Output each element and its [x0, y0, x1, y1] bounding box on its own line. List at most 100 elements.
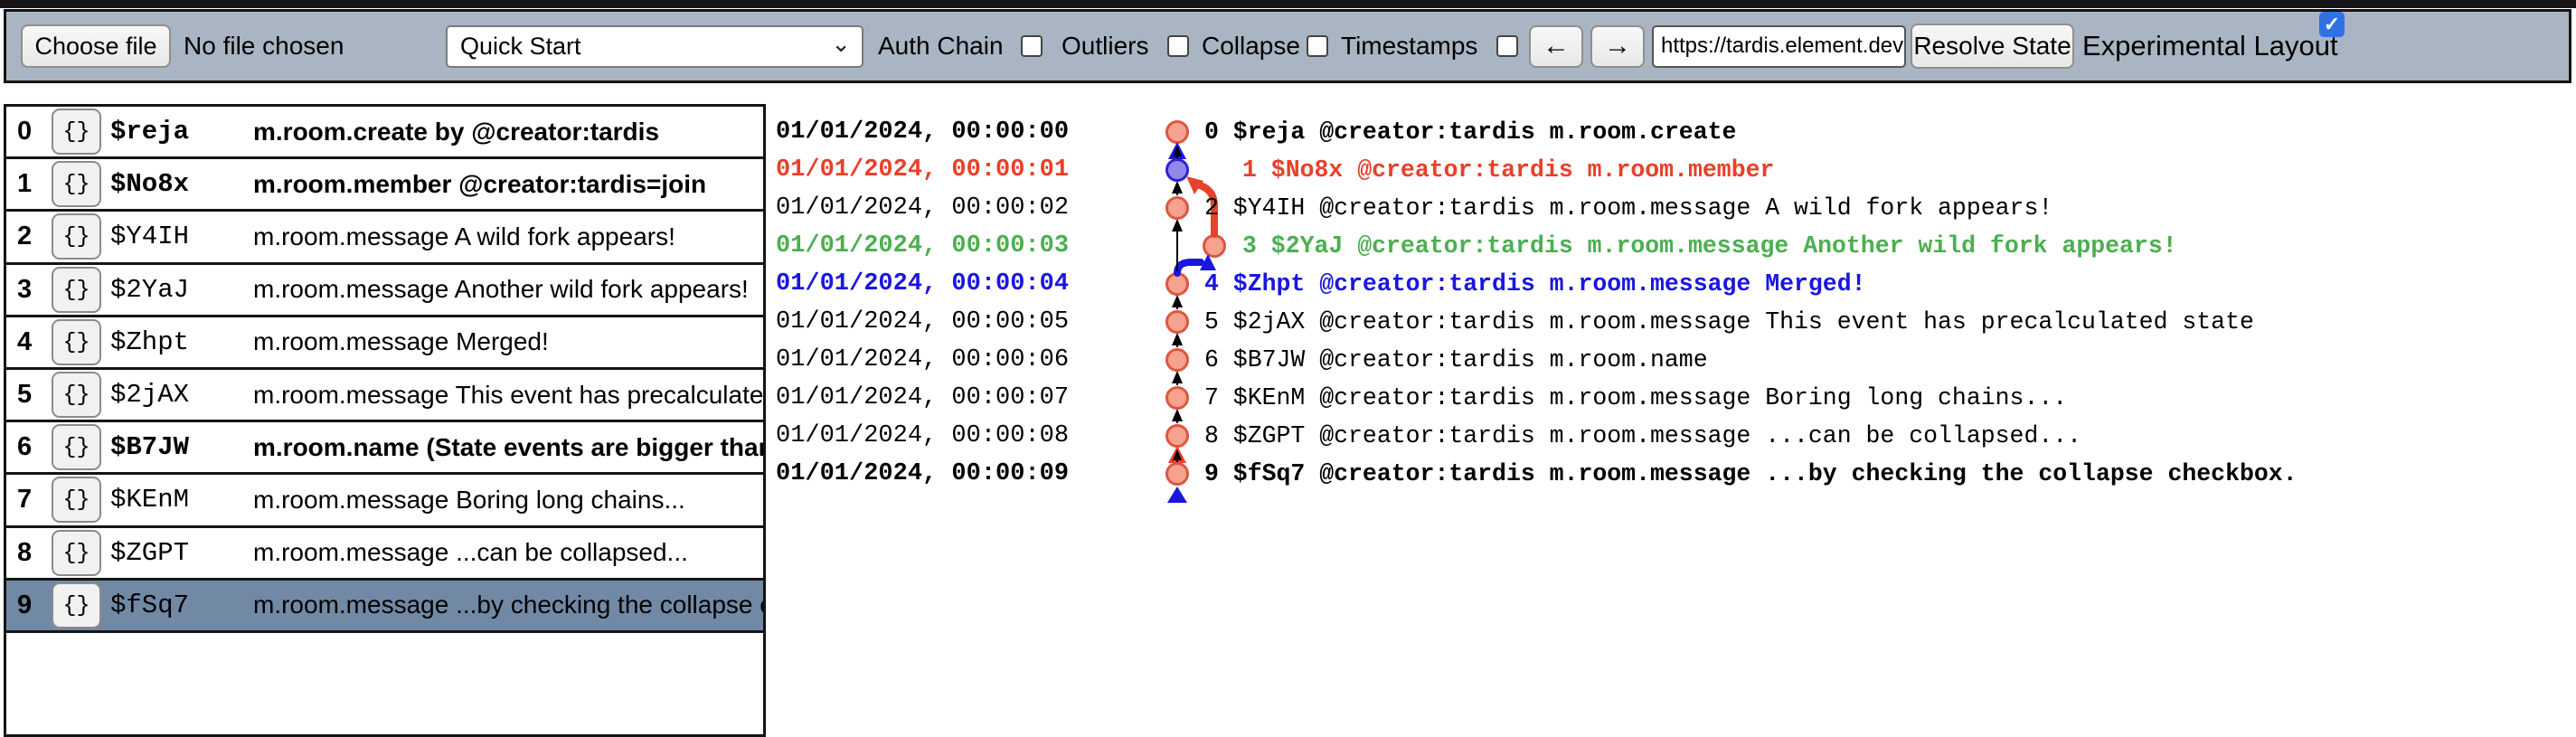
dag-edge-arrowhead — [1172, 219, 1183, 231]
dag-event-text[interactable]: 6 $B7JW @creator:tardis m.room.name — [1204, 343, 1708, 377]
event-description: m.room.create by @creator:tardis — [253, 118, 659, 146]
tardis-app: Choose file No file chosen Quick Start ⌄… — [0, 0, 2576, 713]
event-timestamp: 01/01/2024, 00:00:02 — [776, 191, 1069, 225]
dag-event-text[interactable]: 0 $reja @creator:tardis m.room.create — [1204, 115, 1736, 149]
view-json-button[interactable]: {} — [52, 213, 101, 260]
dag-event-text[interactable]: 4 $Zhpt @creator:tardis m.room.message M… — [1204, 267, 1866, 301]
preset-select[interactable]: Quick Start ⌄ — [446, 25, 863, 68]
auth-chain-label: Auth Chain — [878, 32, 1004, 61]
event-row[interactable]: 7{}$KEnMm.room.message Boring long chain… — [6, 475, 763, 527]
dag-event-text[interactable]: 9 $fSq7 @creator:tardis m.room.message .… — [1204, 457, 2298, 491]
dag-edge-arrowhead — [1172, 371, 1183, 383]
event-row[interactable]: 1{} $No8xm.room.member @creator:tardis=jo… — [6, 159, 763, 212]
dag-edge-arrowhead — [1172, 181, 1183, 194]
view-json-button[interactable]: {} — [52, 267, 101, 313]
event-index: 9 — [17, 591, 50, 620]
event-row[interactable]: 4{} $Zhptm.room.message Merged! — [6, 317, 763, 370]
timestamps-checkbox[interactable] — [1496, 35, 1518, 57]
event-index: 3 — [17, 275, 50, 305]
event-id: $KEnM — [110, 485, 253, 515]
dag-start-marker — [1167, 487, 1187, 503]
dag-edge-arrowhead — [1172, 333, 1183, 345]
event-id: $Zhpt — [110, 327, 253, 357]
event-timestamp: 01/01/2024, 00:00:00 — [776, 115, 1069, 149]
outliers-checkbox[interactable] — [1167, 35, 1189, 57]
server-url-input[interactable]: https://tardis.element.dev — [1652, 25, 1906, 68]
dag-node[interactable] — [1167, 198, 1188, 219]
event-id: $fSq7 — [110, 591, 253, 620]
event-timestamp: 01/01/2024, 00:00:07 — [776, 381, 1069, 415]
event-timestamp: 01/01/2024, 00:00:06 — [776, 343, 1069, 377]
event-row[interactable]: 2{} $Y4IHm.room.message A wild fork appea… — [6, 212, 763, 264]
event-id: $ZGPT — [110, 538, 253, 568]
view-json-button[interactable]: {} — [52, 161, 101, 207]
dag-node[interactable] — [1167, 122, 1188, 143]
dag-edge-arrowhead — [1172, 409, 1183, 421]
dag-node[interactable] — [1167, 350, 1188, 371]
view-json-button[interactable]: {} — [52, 424, 101, 470]
event-index: 2 — [17, 222, 50, 251]
view-json-button[interactable]: {} — [52, 530, 101, 576]
event-index: 1 — [17, 169, 50, 199]
event-description: m.room.message Another wild fork appears… — [253, 275, 749, 304]
dag-event-text[interactable]: 3 $2YaJ @creator:tardis m.room.message A… — [1242, 229, 2177, 263]
event-timestamp: 01/01/2024, 00:00:05 — [776, 305, 1069, 339]
event-index: 8 — [17, 538, 50, 568]
dag-event-text[interactable]: 1 $No8x @creator:tardis m.room.member — [1242, 153, 1774, 187]
dag-edge-arrowhead — [1172, 295, 1183, 307]
dag-event-text[interactable]: 8 $ZGPT @creator:tardis m.room.message .… — [1204, 419, 2081, 453]
view-json-button[interactable]: {} — [52, 319, 101, 365]
view-json-button[interactable]: {} — [52, 477, 101, 523]
experimental-layout-checkbox[interactable]: ✓ — [2319, 12, 2345, 37]
event-id: $B7JW — [110, 432, 253, 462]
event-index: 4 — [17, 327, 50, 357]
event-row[interactable]: 5{} $2jAXm.room.message This event has pr… — [6, 370, 763, 422]
event-timestamp: 01/01/2024, 00:00:08 — [776, 419, 1069, 453]
event-row[interactable]: 8{}$ZGPTm.room.message ...can be collaps… — [6, 528, 763, 581]
event-row[interactable]: 6{}$B7JWm.room.name (State events are bi… — [6, 422, 763, 475]
event-id: $No8x — [110, 169, 253, 199]
event-id: $2YaJ — [110, 275, 253, 305]
event-row[interactable]: 3{} $2YaJm.room.message Another wild fork… — [6, 265, 763, 317]
event-description: m.room.member @creator:tardis=join — [253, 170, 706, 199]
dag-event-text[interactable]: 7 $KEnM @creator:tardis m.room.message B… — [1204, 381, 2067, 415]
dag-node[interactable] — [1204, 236, 1225, 257]
event-id: $Y4IH — [110, 222, 253, 251]
view-json-button[interactable]: {} — [52, 372, 101, 418]
no-file-chosen-text: No file chosen — [184, 32, 344, 61]
outliers-label: Outliers — [1062, 32, 1148, 61]
dag-node[interactable] — [1167, 312, 1188, 333]
dag-node[interactable] — [1167, 388, 1188, 409]
event-description: m.room.message Merged! — [253, 327, 549, 356]
event-timestamp: 01/01/2024, 00:00:03 — [776, 229, 1069, 263]
event-index: 5 — [17, 380, 50, 410]
timestamps-label: Timestamps — [1341, 32, 1477, 61]
view-json-button[interactable]: {} — [52, 582, 101, 628]
event-description: m.room.message A wild fork appears! — [253, 222, 675, 251]
dag-node[interactable] — [1167, 426, 1188, 447]
event-index: 0 — [17, 117, 50, 146]
dag-edge-curve — [1177, 262, 1201, 273]
event-timestamp: 01/01/2024, 00:00:01 — [776, 153, 1069, 187]
forward-arrow-button[interactable]: → — [1590, 25, 1645, 68]
dag-node[interactable] — [1167, 464, 1188, 485]
collapse-checkbox[interactable] — [1307, 35, 1328, 57]
back-arrow-button[interactable]: ← — [1529, 25, 1583, 68]
experimental-layout-label: Experimental Layout — [2082, 30, 2338, 62]
event-description: m.room.message ...by checking the collap… — [253, 591, 763, 619]
choose-file-button[interactable]: Choose file — [21, 24, 171, 68]
dag-event-text[interactable]: 2 $Y4IH @creator:tardis m.room.message A… — [1204, 191, 2052, 225]
event-timestamp: 01/01/2024, 00:00:04 — [776, 267, 1069, 301]
resolve-state-button[interactable]: Resolve State — [1911, 24, 2074, 69]
view-json-button[interactable]: {} — [52, 109, 101, 155]
dag-node[interactable] — [1167, 160, 1188, 181]
dag-event-text[interactable]: 5 $2jAX @creator:tardis m.room.message T… — [1204, 305, 2254, 339]
event-row[interactable]: 9{} $fSq7m.room.message ...by checking th… — [6, 581, 763, 633]
top-border-bar — [0, 0, 2576, 8]
event-description: m.room.message This event has precalcula… — [253, 381, 763, 410]
auth-chain-checkbox[interactable] — [1021, 35, 1043, 57]
event-index: 7 — [17, 485, 50, 515]
event-timestamp: 01/01/2024, 00:00:09 — [776, 457, 1069, 491]
event-row[interactable]: 0{}$rejam.room.create by @creator:tardis — [6, 107, 763, 159]
event-id: $2jAX — [110, 380, 253, 410]
